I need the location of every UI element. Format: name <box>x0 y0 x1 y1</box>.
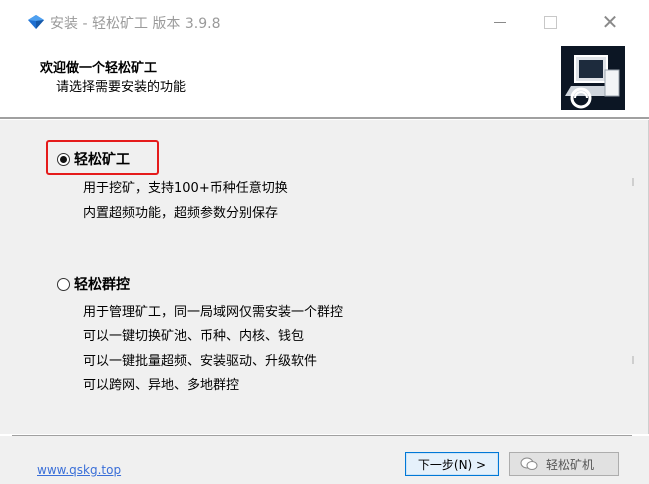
window-title: 安装 - 轻松矿工 版本 3.9.8 <box>50 16 221 32</box>
installer-computer-icon <box>561 46 625 110</box>
minimize-icon <box>494 21 506 23</box>
scroll-tick <box>632 178 634 186</box>
wizard-body: 轻松矿工 用于挖矿，支持100+币种任意切换 内置超频功能，超频参数分别保存 轻… <box>0 120 649 434</box>
option-group-desc-1: 用于管理矿工，同一局域网仅需安装一个群控 <box>83 305 344 320</box>
option-miner-desc-1: 用于挖矿，支持100+币种任意切换 <box>83 181 288 196</box>
wechat-icon <box>520 457 538 470</box>
app-diamond-icon <box>28 15 44 29</box>
wizard-header: 欢迎做一个轻松矿工 请选择需要安装的功能 <box>0 44 649 117</box>
option-miner[interactable]: 轻松矿工 <box>57 149 130 169</box>
maximize-icon <box>543 15 557 29</box>
option-miner-label: 轻松矿工 <box>74 152 130 168</box>
option-group-desc-2: 可以一键切换矿池、币种、内核、钱包 <box>83 329 305 344</box>
watermark-badge: 轻松矿机 <box>509 452 619 476</box>
maximize-button[interactable] <box>530 8 570 36</box>
scroll-tick <box>632 356 634 364</box>
website-link[interactable]: www.qskg.top <box>37 463 121 477</box>
option-miner-desc-2: 内置超频功能，超频参数分别保存 <box>83 206 279 221</box>
wizard-footer: www.qskg.top 下一步(N) > 轻松矿机 <box>0 436 649 484</box>
option-group-desc-3: 可以一键批量超频、安装驱动、升级软件 <box>83 354 318 369</box>
option-group-control[interactable]: 轻松群控 <box>57 274 130 294</box>
header-subtitle: 请选择需要安装的功能 <box>56 80 187 95</box>
minimize-button[interactable] <box>480 8 520 36</box>
close-button[interactable]: ✕ <box>590 8 630 36</box>
close-icon: ✕ <box>601 10 619 34</box>
header-title: 欢迎做一个轻松矿工 <box>40 61 158 76</box>
radio-miner[interactable] <box>57 152 70 166</box>
radio-group-control[interactable] <box>57 277 70 291</box>
option-group-control-label: 轻松群控 <box>74 277 130 293</box>
option-group-desc-4: 可以跨网、异地、多地群控 <box>83 378 240 393</box>
title-bar: 安装 - 轻松矿工 版本 3.9.8 ✕ <box>0 0 649 44</box>
next-button[interactable]: 下一步(N) > <box>405 452 499 476</box>
watermark-text: 轻松矿机 <box>546 457 595 472</box>
